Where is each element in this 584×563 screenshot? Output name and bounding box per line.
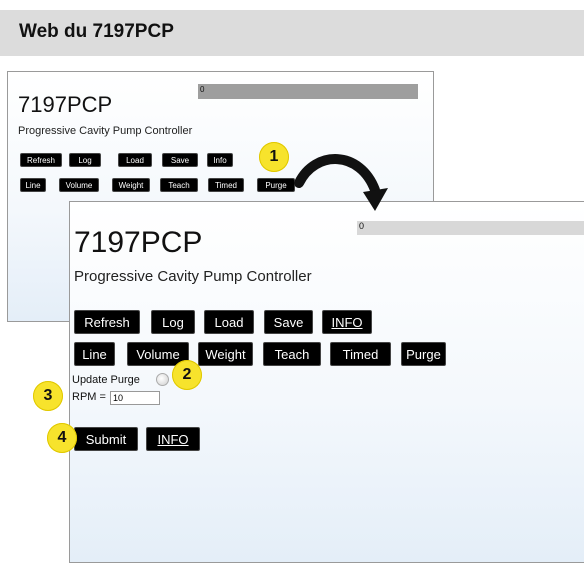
load-button[interactable]: Load <box>118 153 152 167</box>
callout-badge-2: 2 <box>172 360 202 390</box>
save-button[interactable]: Save <box>264 310 313 334</box>
callout-badge-1: 1 <box>259 142 289 172</box>
load-button[interactable]: Load <box>204 310 254 334</box>
line-button[interactable]: Line <box>74 342 115 366</box>
update-purge-radio[interactable] <box>156 373 169 386</box>
weight-button[interactable]: Weight <box>198 342 253 366</box>
teach-button[interactable]: Teach <box>160 178 198 192</box>
rpm-label: RPM = <box>72 391 106 403</box>
app-title: 7197PCP <box>18 92 113 117</box>
rpm-input[interactable] <box>110 391 160 405</box>
info-button[interactable]: Info <box>207 153 233 167</box>
log-button[interactable]: Log <box>69 153 101 167</box>
refresh-button[interactable]: Refresh <box>20 153 62 167</box>
refresh-button[interactable]: Refresh <box>74 310 140 334</box>
app-subtitle: Progressive Cavity Pump Controller <box>74 268 312 285</box>
page-title: Web du 7197PCP <box>19 21 174 42</box>
weight-button[interactable]: Weight <box>112 178 150 192</box>
front-screenshot-panel: 0 7197PCP Progressive Cavity Pump Contro… <box>69 201 584 563</box>
callout-badge-3: 3 <box>33 381 63 411</box>
teach-button[interactable]: Teach <box>263 342 321 366</box>
update-purge-label: Update Purge <box>72 374 140 386</box>
status-bar: 0 <box>357 221 584 235</box>
volume-button[interactable]: Volume <box>59 178 99 192</box>
app-title: 7197PCP <box>74 226 203 259</box>
callout-badge-4: 4 <box>47 423 77 453</box>
info-button-bottom[interactable]: INFO <box>146 427 200 451</box>
info-button[interactable]: INFO <box>322 310 372 334</box>
timed-button[interactable]: Timed <box>330 342 391 366</box>
submit-button[interactable]: Submit <box>74 427 138 451</box>
log-button[interactable]: Log <box>151 310 195 334</box>
app-subtitle: Progressive Cavity Pump Controller <box>18 125 193 137</box>
purge-button[interactable]: Purge <box>401 342 446 366</box>
timed-button[interactable]: Timed <box>208 178 244 192</box>
save-button[interactable]: Save <box>162 153 198 167</box>
purge-button[interactable]: Purge <box>257 178 295 192</box>
status-bar: 0 <box>198 84 418 99</box>
line-button[interactable]: Line <box>20 178 46 192</box>
